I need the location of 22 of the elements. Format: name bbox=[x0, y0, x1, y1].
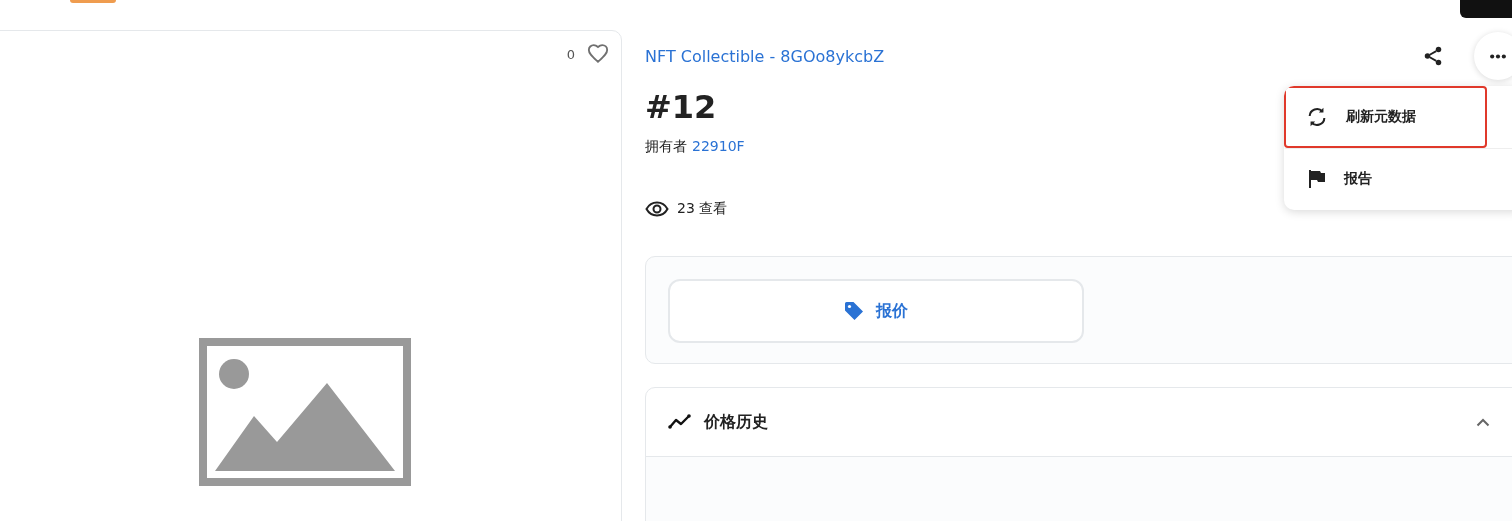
flag-icon bbox=[1306, 168, 1326, 189]
tooltip bbox=[1460, 0, 1512, 18]
owner-label: 拥有者 bbox=[645, 138, 687, 156]
nav-tab-indicator bbox=[70, 0, 116, 3]
tag-icon bbox=[844, 301, 864, 321]
line-chart-icon bbox=[668, 414, 692, 430]
image-placeholder-icon bbox=[199, 338, 411, 486]
heart-icon[interactable] bbox=[587, 43, 609, 65]
eye-icon bbox=[645, 201, 669, 217]
item-title: #12 bbox=[645, 88, 717, 126]
owner-link[interactable]: 22910F bbox=[692, 138, 745, 156]
menu-item[interactable]: 报告 bbox=[1284, 148, 1512, 210]
price-history-title: 价格历史 bbox=[704, 411, 769, 433]
view-count: 23 查看 bbox=[677, 200, 728, 218]
refresh-icon bbox=[1306, 106, 1328, 128]
more-icon bbox=[1489, 53, 1507, 59]
offer-button[interactable]: 报价 bbox=[668, 279, 1084, 343]
chevron-icon[interactable] bbox=[1476, 417, 1490, 427]
menu-item[interactable]: 刷新元数据 bbox=[1284, 86, 1487, 148]
like-count: 0 bbox=[566, 46, 575, 62]
collection-link[interactable]: NFT Collectible - 8GOo8ykcbZ bbox=[645, 46, 1422, 66]
share-icon[interactable] bbox=[1422, 45, 1444, 67]
